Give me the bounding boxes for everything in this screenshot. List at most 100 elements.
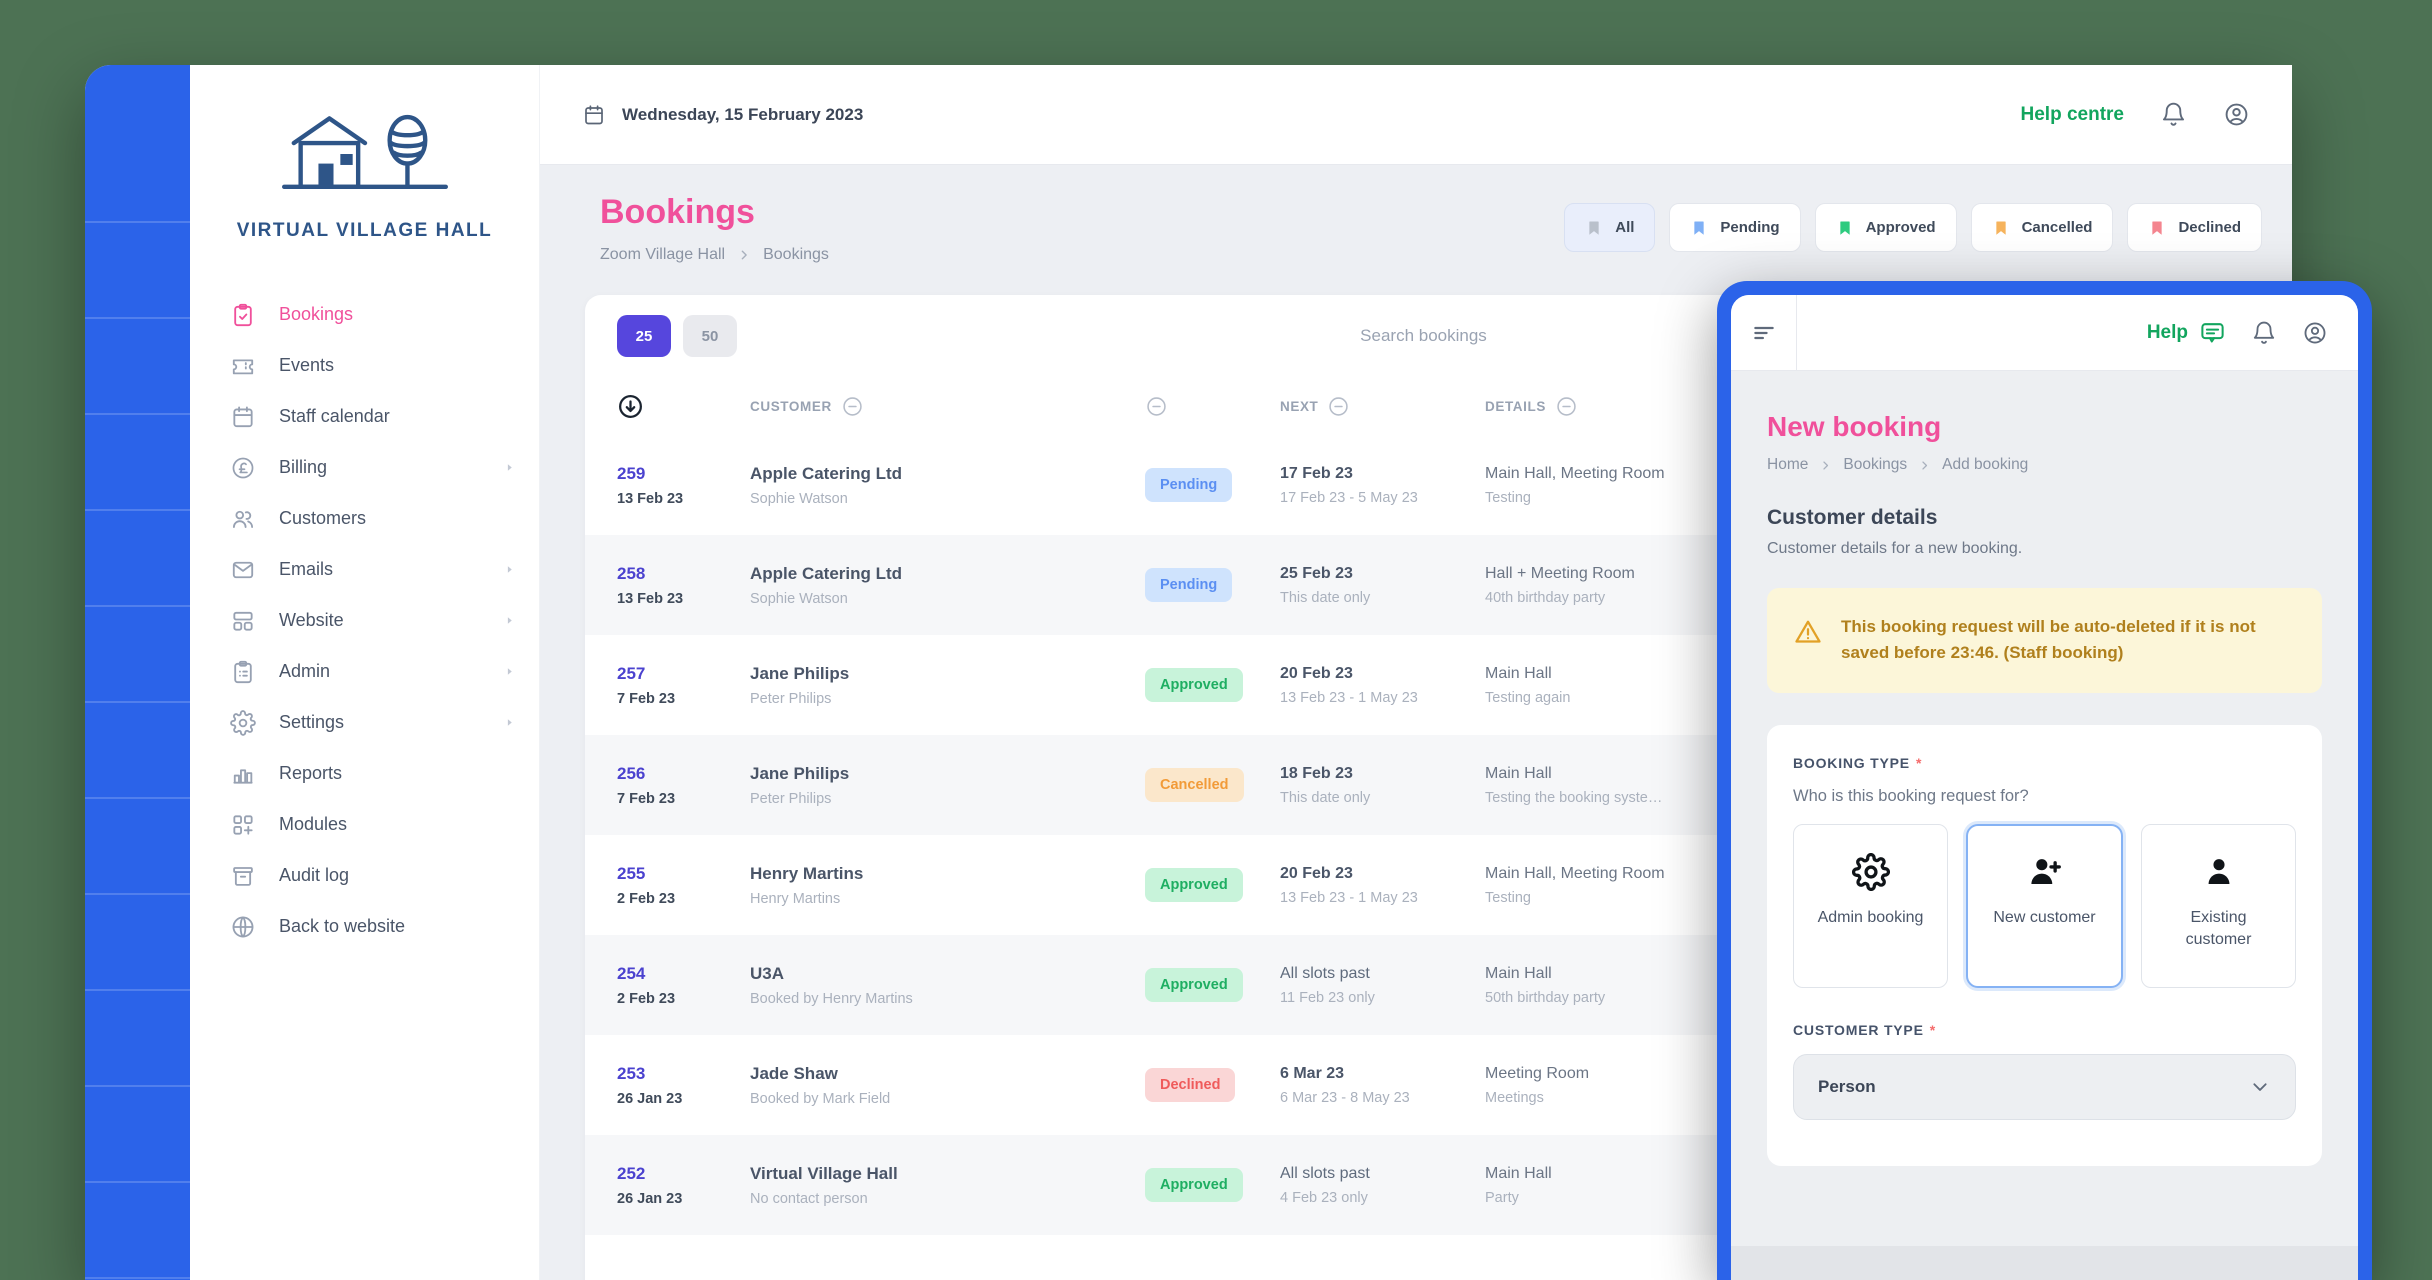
page-size-25-button[interactable]: 25: [617, 315, 671, 357]
new-booking-panel: Help New booking Home Bookings Add booki…: [1717, 281, 2372, 1280]
user-avatar-icon[interactable]: [2223, 101, 2250, 128]
sidebar-item-reports[interactable]: Reports: [230, 748, 517, 799]
sidebar-item-label: Back to website: [279, 916, 405, 937]
bell-icon[interactable]: [2160, 101, 2187, 128]
status-badge: Approved: [1145, 868, 1243, 902]
sidebar-menu: Bookings Events Staff calendar Billing C…: [230, 289, 517, 952]
next-date: 6 Mar 23: [1280, 1065, 1485, 1083]
customer-type-select[interactable]: Person: [1793, 1054, 2296, 1120]
required-asterisk: *: [1916, 755, 1922, 771]
status-badge: Approved: [1145, 968, 1243, 1002]
panel-topbar: Help: [1731, 295, 2358, 371]
sidebar-item-label: Customers: [279, 508, 366, 529]
next-date: 18 Feb 23: [1280, 765, 1485, 783]
next-date: 20 Feb 23: [1280, 665, 1485, 683]
breadcrumb-home[interactable]: Home: [1767, 456, 1808, 474]
sidebar-item-emails[interactable]: Emails: [230, 544, 517, 595]
status-badge: Pending: [1145, 468, 1232, 502]
sidebar-item-billing[interactable]: Billing: [230, 442, 517, 493]
customer-name: Jade Shaw: [750, 1064, 1145, 1084]
sort-icon[interactable]: [617, 393, 644, 420]
minus-circle-icon[interactable]: [1327, 395, 1350, 418]
breadcrumb-zoom-village-hall[interactable]: Zoom Village Hall: [600, 246, 725, 264]
customer-contact: Booked by Mark Field: [750, 1091, 1145, 1107]
filter-chip-all[interactable]: All: [1564, 203, 1655, 252]
current-date-label: Wednesday, 15 February 2023: [622, 105, 863, 125]
filter-chip-declined[interactable]: Declined: [2127, 203, 2262, 252]
booking-id: 256: [617, 764, 750, 784]
minus-circle-icon[interactable]: [841, 395, 864, 418]
minus-circle-icon[interactable]: [1145, 395, 1168, 418]
column-header-customer: CUSTOMER: [750, 399, 832, 414]
filter-chip-cancelled[interactable]: Cancelled: [1971, 203, 2114, 252]
calendar-icon: [582, 103, 606, 127]
sidebar-item-audit-log[interactable]: Audit log: [230, 850, 517, 901]
sidebar-item-admin[interactable]: Admin: [230, 646, 517, 697]
chevron-right-icon: [1819, 459, 1832, 472]
next-date-range: This date only: [1280, 590, 1485, 606]
customer-name: Apple Catering Ltd: [750, 564, 1145, 584]
hamburger-icon: [1751, 320, 1777, 346]
sidebar-item-bookings[interactable]: Bookings: [230, 289, 517, 340]
next-date-range: 11 Feb 23 only: [1280, 990, 1485, 1006]
customer-name: Virtual Village Hall: [750, 1164, 1145, 1184]
page-size-buttons: 25 50: [617, 315, 737, 357]
people-icon: [230, 506, 256, 532]
breadcrumb-add-booking: Add booking: [1942, 456, 2028, 474]
filter-chip-approved[interactable]: Approved: [1815, 203, 1957, 252]
globe-icon: [230, 914, 256, 940]
sidebar-item-back-to-website[interactable]: Back to website: [230, 901, 517, 952]
page-size-50-button[interactable]: 50: [683, 315, 737, 357]
booking-id: 252: [617, 1164, 750, 1184]
panel-inner: Help New booking Home Bookings Add booki…: [1731, 295, 2358, 1280]
booking-type-option-admin-booking[interactable]: Admin booking: [1793, 824, 1948, 988]
booking-created-date: 7 Feb 23: [617, 791, 750, 807]
customer-name: Apple Catering Ltd: [750, 464, 1145, 484]
booking-type-option-existing-customer[interactable]: Existing customer: [2141, 824, 2296, 988]
sidebar-item-customers[interactable]: Customers: [230, 493, 517, 544]
booking-created-date: 2 Feb 23: [617, 891, 750, 907]
sidebar-item-website[interactable]: Website: [230, 595, 517, 646]
help-centre-link[interactable]: Help centre: [2021, 104, 2124, 126]
filter-chip-pending[interactable]: Pending: [1669, 203, 1800, 252]
sidebar-item-staff-calendar[interactable]: Staff calendar: [230, 391, 517, 442]
browser-icon: [230, 608, 256, 634]
sidebar-item-settings[interactable]: Settings: [230, 697, 517, 748]
archive-icon: [230, 863, 256, 889]
customer-contact: Booked by Henry Martins: [750, 991, 1145, 1007]
search-input[interactable]: [1194, 326, 1654, 346]
customer-name: U3A: [750, 964, 1145, 984]
menu-toggle-button[interactable]: [1731, 295, 1797, 370]
filter-chip-label: Approved: [1866, 219, 1936, 236]
sidebar-item-label: Staff calendar: [279, 406, 390, 427]
booking-created-date: 2 Feb 23: [617, 991, 750, 1007]
bell-icon[interactable]: [2251, 320, 2277, 346]
customer-contact: Peter Philips: [750, 791, 1145, 807]
person-plus-icon: [2026, 853, 2064, 891]
booking-type-option-new-customer[interactable]: New customer: [1966, 824, 2123, 988]
panel-help-label: Help: [2147, 322, 2188, 344]
breadcrumb-bookings[interactable]: Bookings: [1843, 456, 1907, 474]
ticket-icon: [230, 353, 256, 379]
logo-house-icon: [276, 101, 454, 207]
booking-created-date: 26 Jan 23: [617, 1091, 750, 1107]
minus-circle-icon[interactable]: [1555, 395, 1578, 418]
main-topbar: Wednesday, 15 February 2023 Help centre: [540, 65, 2292, 165]
booking-type-option-label: Existing customer: [2164, 907, 2274, 952]
user-avatar-icon[interactable]: [2302, 320, 2328, 346]
panel-bottom-strip: [1731, 1246, 2358, 1280]
modules-icon: [230, 812, 256, 838]
panel-help-link[interactable]: Help: [2147, 319, 2226, 346]
booking-id: 255: [617, 864, 750, 884]
customer-type-label: CUSTOMER TYPE*: [1793, 1022, 2296, 1038]
sidebar-item-modules[interactable]: Modules: [230, 799, 517, 850]
next-date: 25 Feb 23: [1280, 565, 1485, 583]
next-date-range: 13 Feb 23 - 1 May 23: [1280, 890, 1485, 906]
sidebar-item-events[interactable]: Events: [230, 340, 517, 391]
chevron-right-icon: [1918, 459, 1931, 472]
booking-form-card: BOOKING TYPE* Who is this booking reques…: [1767, 725, 2322, 1166]
booking-created-date: 7 Feb 23: [617, 691, 750, 707]
customer-contact: Peter Philips: [750, 691, 1145, 707]
logo-text: VIRTUAL VILLAGE HALL: [190, 220, 539, 242]
required-asterisk: *: [1930, 1022, 1936, 1038]
